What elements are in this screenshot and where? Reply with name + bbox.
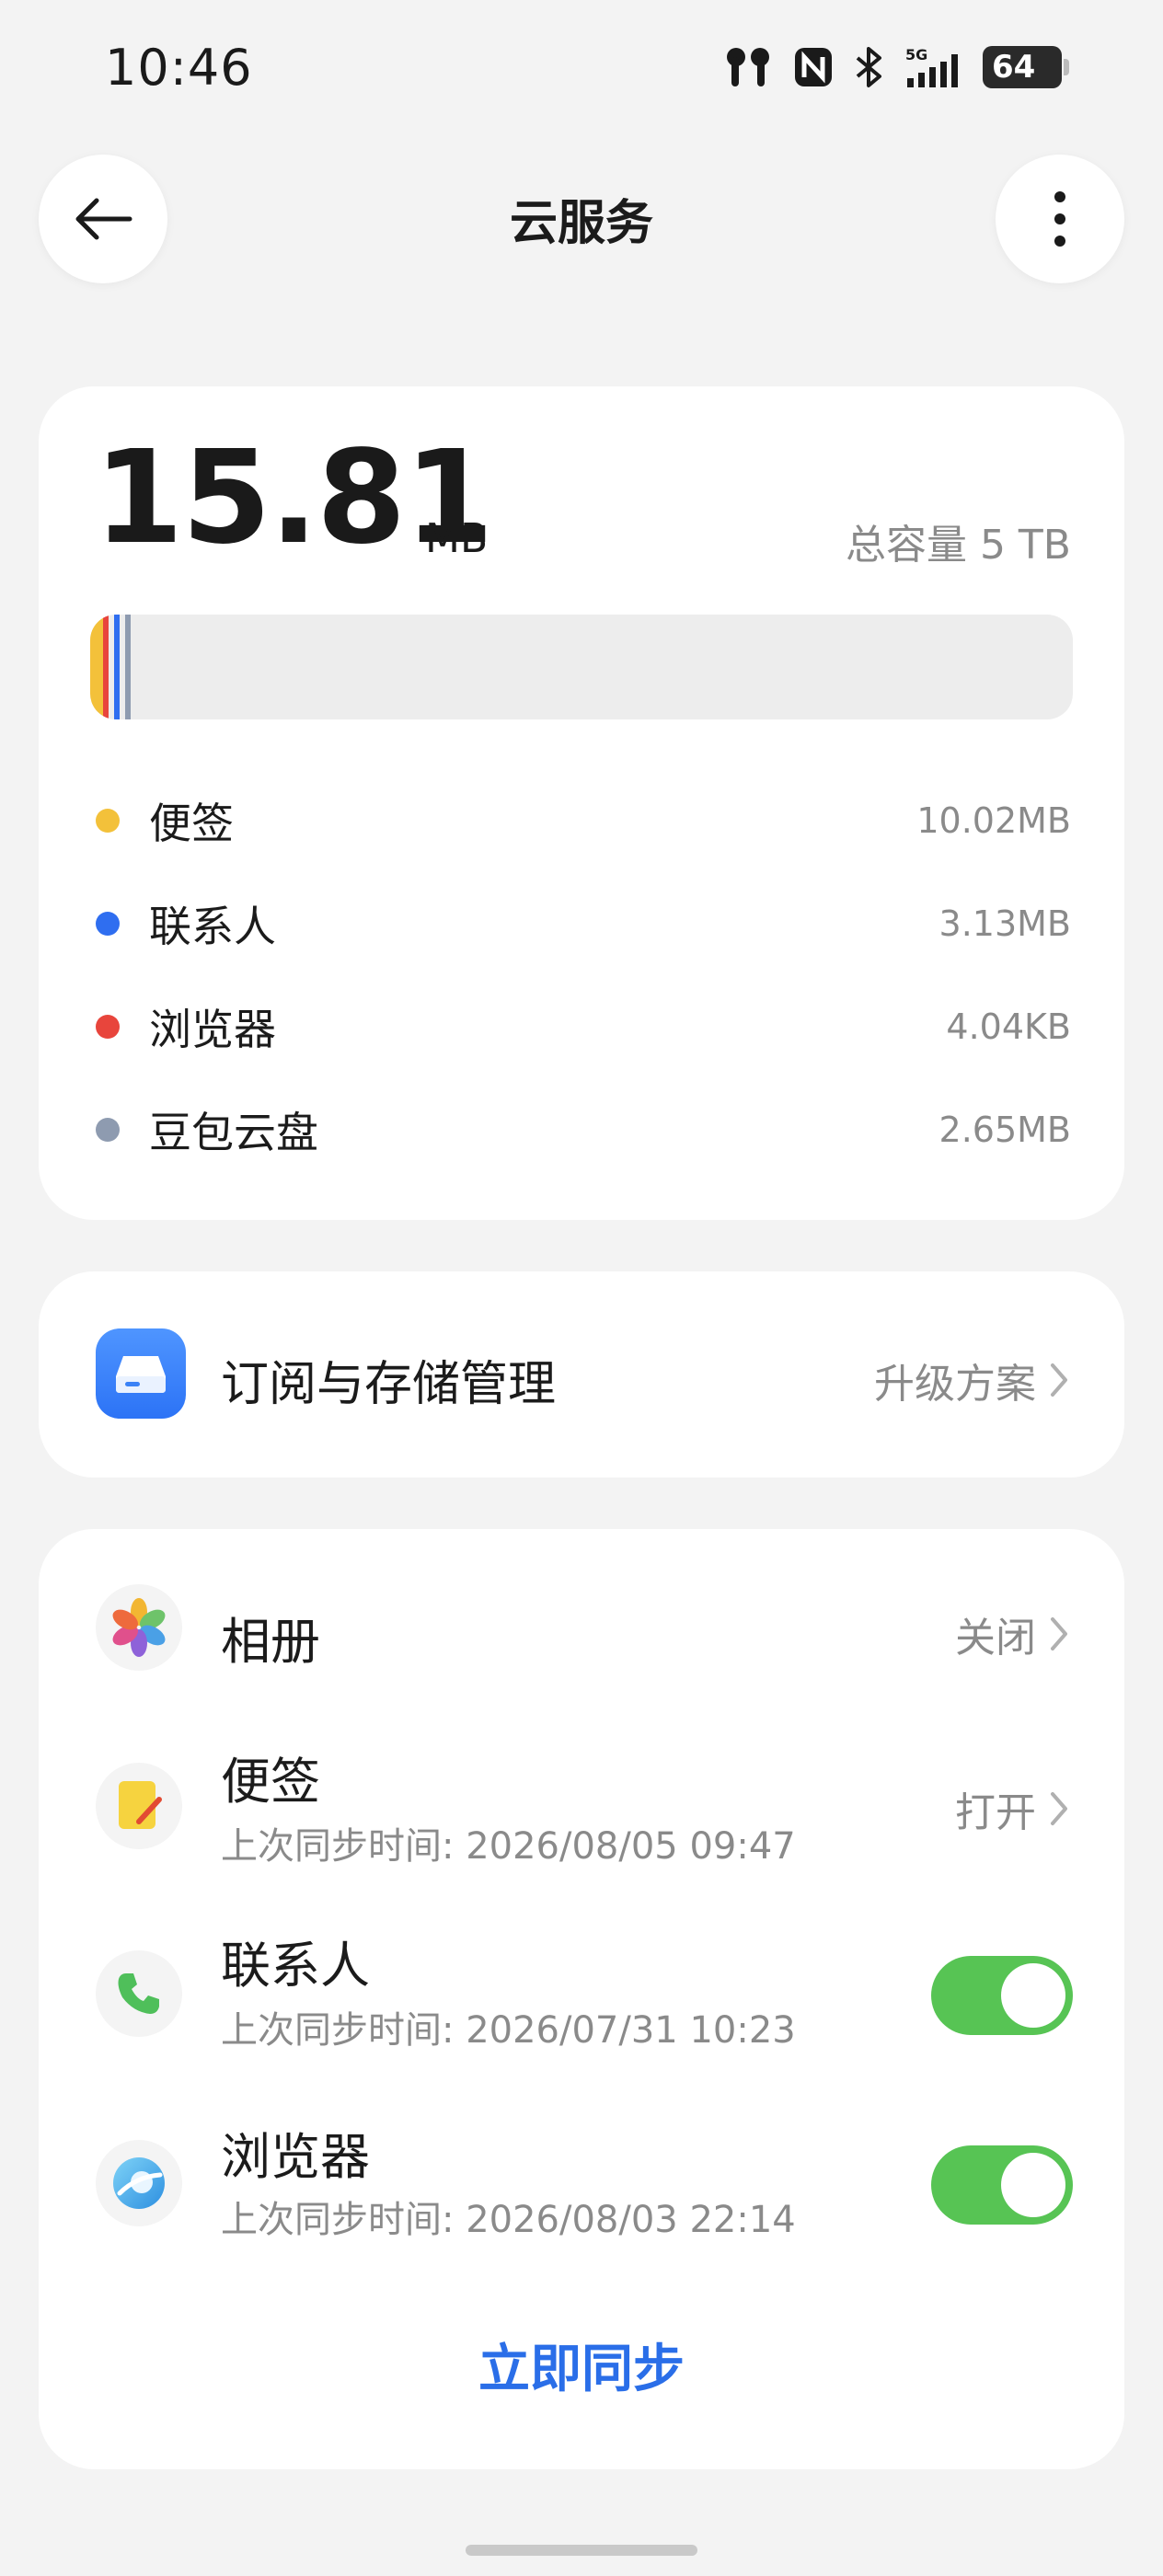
signal-icon: 5G: [905, 46, 958, 87]
svg-text:5G: 5G: [905, 46, 927, 63]
legend-item: 豆包云盘 2.65MB: [96, 1102, 1071, 1157]
sync-item-name: 便签: [221, 1753, 320, 1811]
nfc-icon: [795, 48, 832, 86]
sync-item-contacts: 联系人 上次同步时间: 2026/07/31 10:23: [39, 1904, 1124, 2088]
sync-item-browser: 浏览器 上次同步时间: 2026/08/03 22:14: [39, 2094, 1124, 2278]
legend-size: 10.02MB: [916, 800, 1071, 841]
legend-dot: [96, 1118, 120, 1142]
legend-dot: [96, 912, 120, 936]
legend-name: 浏览器: [149, 1005, 276, 1054]
legend-size: 4.04KB: [946, 1006, 1071, 1047]
sync-last-time: 上次同步时间: 2026/07/31 10:23: [221, 2009, 796, 2052]
sync-item-name: 联系人: [221, 1937, 370, 1995]
sync-item-notes[interactable]: 便签 上次同步时间: 2026/08/05 09:47 打开: [39, 1713, 1124, 1897]
legend-size: 3.13MB: [938, 903, 1071, 944]
earbuds-icon: [727, 48, 769, 86]
sync-card: 相册 关闭 便签 上次同步时间: 2026/08/05 09:47 打开 联系人…: [39, 1529, 1124, 2469]
chevron-right-icon: [1051, 1617, 1067, 1650]
legend-dot: [96, 809, 120, 833]
status-icons: 5G 64: [723, 44, 1069, 90]
chevron-right-icon: [1051, 1363, 1067, 1397]
sync-item-name: 浏览器: [221, 2128, 370, 2186]
legend-item: 浏览器 4.04KB: [96, 999, 1071, 1054]
usage-segment-doubao-drive: [125, 615, 131, 719]
toggle-knob: [1001, 2153, 1065, 2217]
legend-item: 便签 10.02MB: [96, 793, 1071, 848]
upgrade-plan-label: 升级方案: [874, 1361, 1036, 1408]
sync-item-status[interactable]: 关闭: [955, 1604, 1069, 1663]
total-capacity: 总容量 5 TB: [845, 522, 1071, 569]
more-vertical-icon: [1054, 191, 1065, 247]
sync-last-time: 上次同步时间: 2026/08/05 09:47: [221, 1825, 796, 1868]
subscription-title: 订阅与存储管理: [221, 1357, 557, 1412]
usage-segment-contacts: [114, 615, 120, 719]
notes-icon: [96, 1763, 182, 1849]
used-storage-unit: MB: [425, 515, 489, 562]
sync-status-label: 关闭: [955, 1615, 1036, 1662]
contacts-sync-toggle[interactable]: [931, 1956, 1073, 2035]
home-indicator[interactable]: [466, 2545, 697, 2556]
legend-item: 联系人 3.13MB: [96, 896, 1071, 951]
status-bar: 10:46 5G 64: [0, 0, 1163, 138]
usage-segment-notes: [90, 615, 103, 719]
phone-icon: [96, 1950, 182, 2037]
toggle-knob: [1001, 1963, 1065, 2028]
sync-item-status[interactable]: 打开: [955, 1779, 1069, 1838]
browser-icon: [96, 2140, 182, 2226]
more-button[interactable]: [996, 155, 1124, 283]
storage-drive-icon: [96, 1328, 186, 1419]
sync-status-label: 打开: [955, 1789, 1036, 1836]
photos-icon: [96, 1584, 182, 1671]
bluetooth-icon: [856, 47, 881, 87]
legend-name: 便签: [149, 799, 234, 848]
sync-last-time: 上次同步时间: 2026/08/03 22:14: [221, 2199, 796, 2241]
browser-sync-toggle[interactable]: [931, 2145, 1073, 2225]
page-title: 云服务: [509, 196, 653, 251]
subscription-row[interactable]: 订阅与存储管理 升级方案: [39, 1271, 1124, 1478]
upgrade-plan-link[interactable]: 升级方案: [874, 1351, 1069, 1409]
sync-item-photos[interactable]: 相册 关闭: [39, 1529, 1124, 1713]
storage-card: 15.81 MB 总容量 5 TB 便签 10.02MB 联系人 3.13MB …: [39, 386, 1124, 1220]
sync-now-button[interactable]: 立即同步: [39, 2328, 1124, 2402]
legend-size: 2.65MB: [938, 1110, 1071, 1150]
status-time: 10:46: [105, 39, 253, 97]
storage-usage-bar: [90, 615, 1073, 719]
usage-segment-browser: [103, 615, 109, 719]
chevron-right-icon: [1051, 1792, 1067, 1825]
battery-icon: 64: [983, 46, 1069, 88]
sync-item-name: 相册: [221, 1613, 320, 1671]
legend-dot: [96, 1015, 120, 1039]
legend-name: 联系人: [149, 902, 276, 951]
legend-name: 豆包云盘: [149, 1108, 318, 1157]
